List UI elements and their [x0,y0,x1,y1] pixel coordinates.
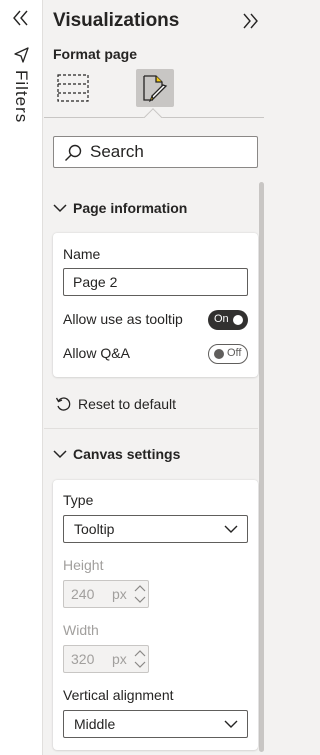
qa-toggle[interactable]: Off [208,344,248,364]
visualizations-pane: Visualizations Format page Pa [44,0,264,755]
filters-label[interactable]: Filters [9,70,31,140]
page-information-card: Name Allow use as tooltip On Allow Q&A O… [53,233,258,377]
toggle-knob [233,315,243,325]
type-dropdown[interactable]: Tooltip [63,515,248,543]
filters-pane: Filters [0,0,43,755]
format-paintbrush-icon[interactable] [136,69,174,107]
chevron-down-icon [53,204,67,213]
width-value: 320 [71,651,95,667]
height-label: Height [63,557,104,573]
reset-to-default-button[interactable]: Reset to default [53,393,233,415]
search-input[interactable] [90,141,250,163]
spinner-arrows-icon [134,650,146,668]
search-box[interactable] [53,136,258,168]
toggle-knob [214,349,224,359]
type-label: Type [63,492,94,508]
tooltip-toggle[interactable]: On [208,310,248,330]
double-chevron-right-icon[interactable] [240,11,260,31]
vertical-alignment-label: Vertical alignment [63,687,174,703]
pane-title: Visualizations [53,10,180,31]
spinner-arrows-icon [134,585,146,603]
canvas-settings-header[interactable]: Canvas settings [53,443,253,467]
type-value: Tooltip [74,521,115,537]
scrollbar[interactable] [259,182,264,752]
tooltip-label: Allow use as tooltip [63,311,183,327]
name-input[interactable] [73,273,233,291]
tooltip-toggle-state: On [214,313,229,325]
page-information-header[interactable]: Page information [53,197,253,221]
canvas-settings-card: Type Tooltip Height 240 px Width 320 px … [53,480,258,750]
name-field[interactable] [63,268,248,296]
qa-label: Allow Q&A [63,345,130,361]
chevron-down-icon [224,720,238,728]
reset-icon [55,397,71,411]
chevron-down-icon [53,450,67,459]
canvas-settings-title: Canvas settings [73,446,181,462]
height-value: 240 [71,586,95,602]
chevron-down-icon [224,525,238,533]
vertical-alignment-value: Middle [74,716,116,732]
double-chevron-left-icon[interactable] [11,8,31,28]
filter-funnel-icon[interactable] [13,46,31,64]
width-label: Width [63,622,99,638]
section-divider [44,428,258,429]
name-label: Name [63,246,101,262]
width-unit: px [112,651,127,667]
reset-label: Reset to default [78,396,177,412]
vertical-alignment-dropdown[interactable]: Middle [63,710,248,738]
height-input: 240 px [63,580,149,608]
pane-subtitle: Format page [53,46,138,62]
page-information-title: Page information [73,200,188,216]
width-input: 320 px [63,645,149,673]
height-unit: px [112,586,127,602]
search-icon [65,144,82,161]
fields-icon[interactable] [57,72,89,104]
qa-toggle-state: Off [227,347,242,359]
